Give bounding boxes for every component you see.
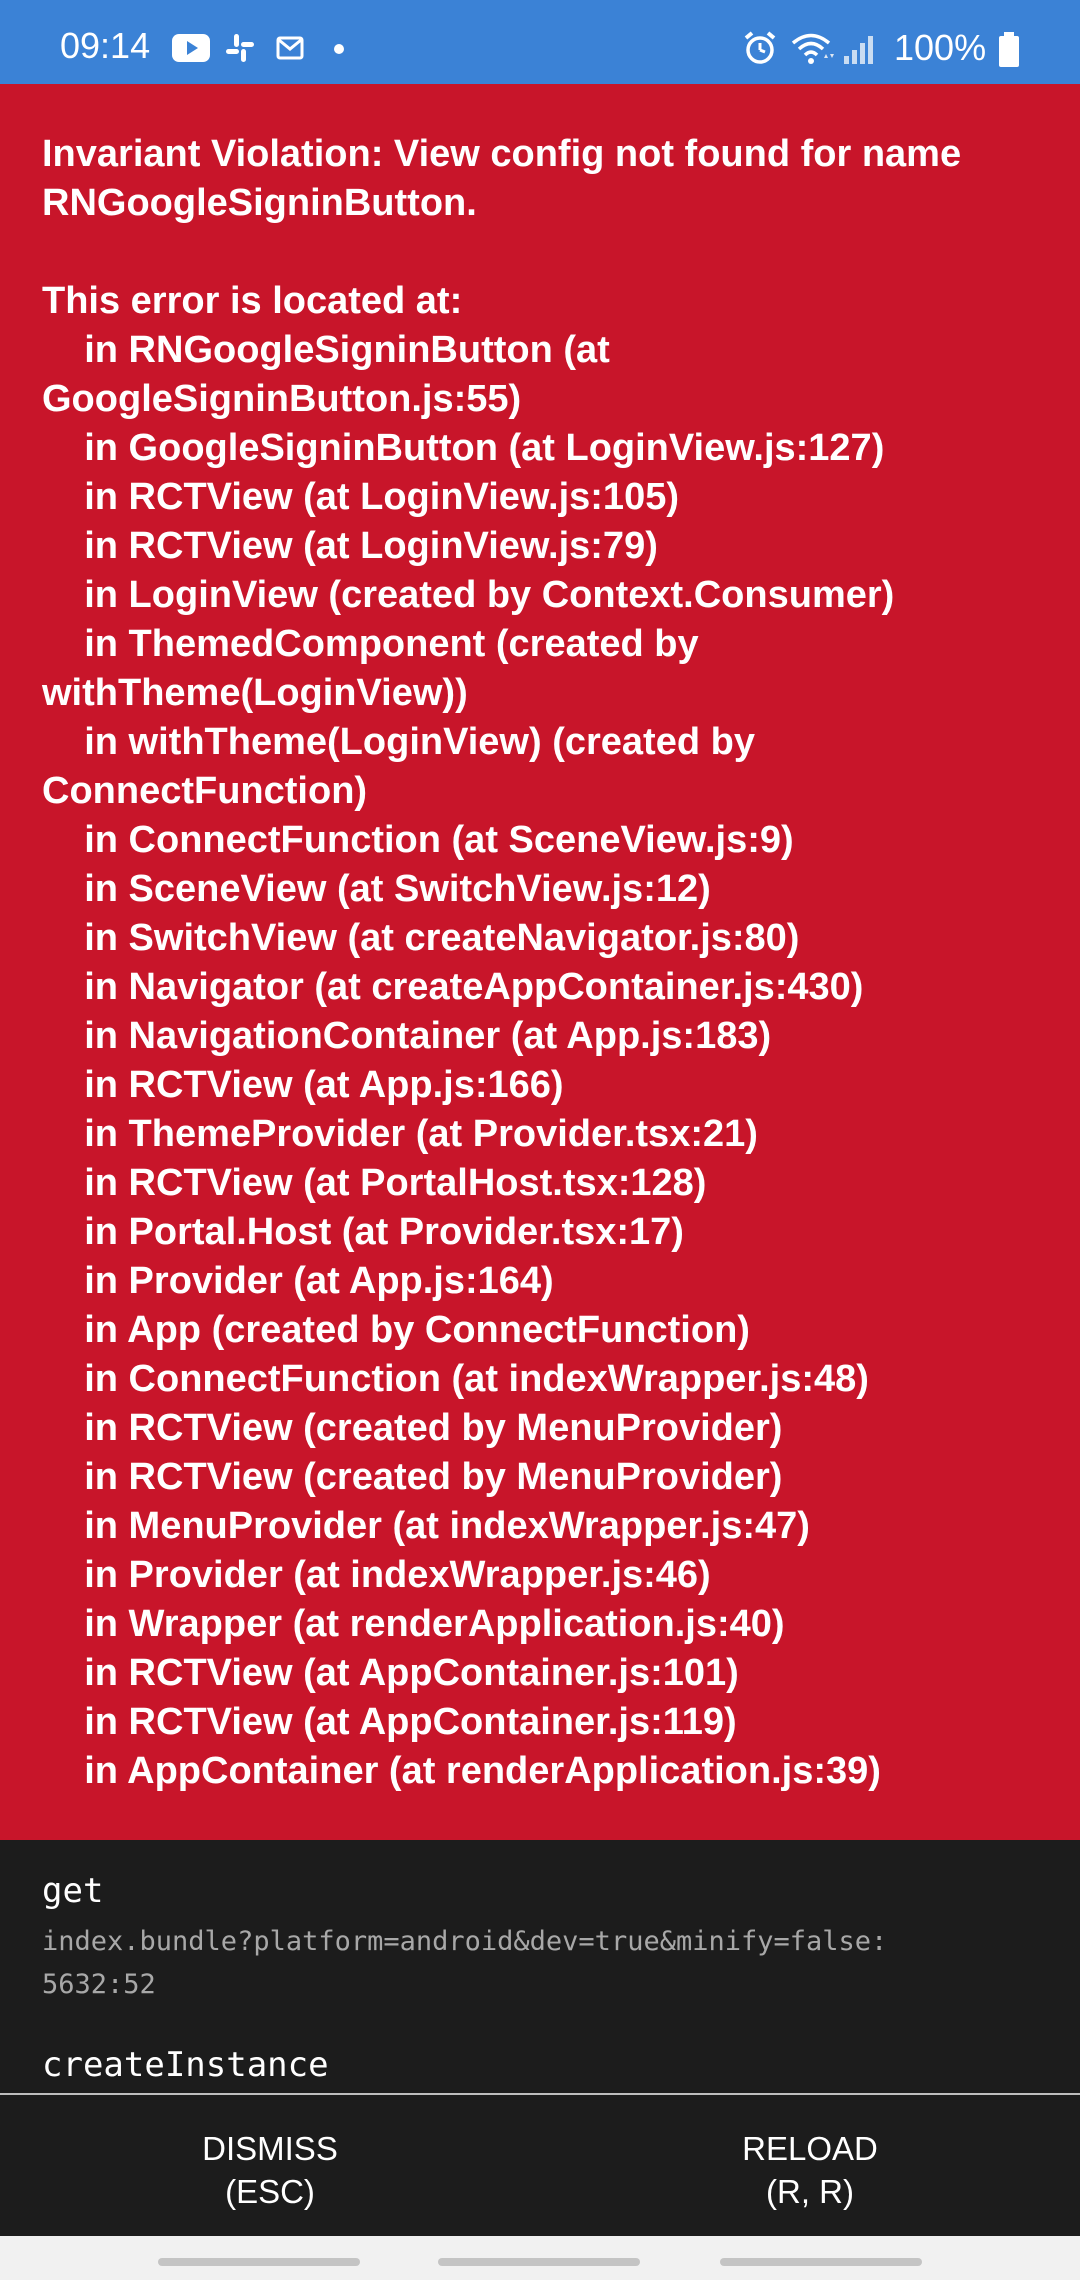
reload-button-label: RELOAD [742, 2130, 878, 2167]
dismiss-button[interactable]: DISMISS (ESC) [120, 2127, 420, 2213]
home-button[interactable] [438, 2258, 640, 2266]
error-message: Invariant Violation: View config not fou… [42, 133, 962, 1792]
slack-icon [226, 34, 254, 62]
dot-icon [334, 44, 344, 54]
reload-button[interactable]: RELOAD (R, R) [660, 2127, 960, 2213]
stack-trace[interactable]: get index.bundle?platform=android&dev=tr… [0, 1840, 1080, 2094]
status-time: 09:14 [60, 25, 151, 66]
back-button[interactable] [720, 2258, 922, 2266]
youtube-icon [172, 34, 210, 62]
dismiss-button-label: DISMISS [202, 2130, 338, 2167]
reload-button-shortcut: (R, R) [766, 2173, 854, 2210]
recent-apps-button[interactable] [158, 2258, 360, 2266]
wifi-icon [791, 33, 834, 64]
stack-frame-method[interactable]: createInstance [42, 2048, 329, 2082]
stack-frame-file[interactable]: index.bundle?platform=android&dev=true&m… [42, 1920, 887, 2006]
status-bar: 09:14 100% [0, 0, 1080, 84]
battery-icon [999, 32, 1019, 67]
navigation-bar [0, 2236, 1080, 2280]
gmail-icon [276, 36, 304, 60]
battery-percentage: 100% [894, 27, 987, 68]
error-message-panel[interactable]: Invariant Violation: View config not fou… [0, 84, 1080, 1840]
alarm-icon [744, 31, 776, 64]
stack-frame-method[interactable]: get [42, 1874, 103, 1908]
dismiss-button-shortcut: (ESC) [225, 2173, 315, 2210]
signal-icon [844, 36, 873, 64]
